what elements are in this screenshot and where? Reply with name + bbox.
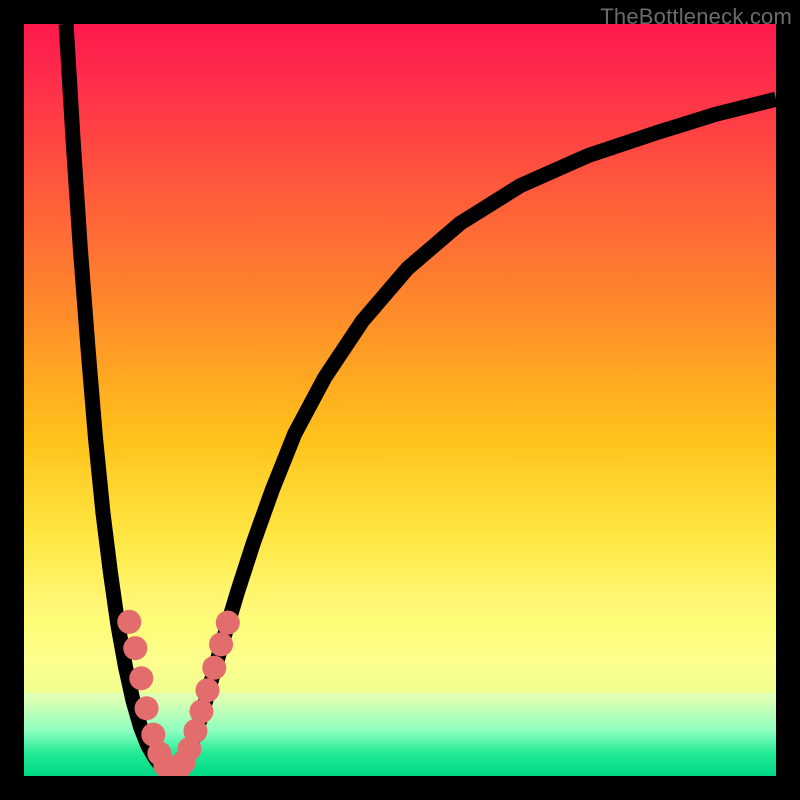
plot-area	[24, 24, 776, 776]
chart-frame: TheBottleneck.com	[0, 0, 800, 800]
data-point-dot	[202, 656, 226, 680]
dots-layer	[24, 24, 776, 776]
data-point-dot	[209, 632, 233, 656]
data-point-dot	[195, 678, 219, 702]
data-point-dot	[189, 699, 213, 723]
watermark-text: TheBottleneck.com	[600, 4, 792, 30]
data-point-dot	[117, 610, 141, 634]
data-point-dot	[216, 611, 240, 635]
data-point-dot	[123, 636, 147, 660]
data-point-dot	[135, 696, 159, 720]
data-point-dot	[129, 666, 153, 690]
